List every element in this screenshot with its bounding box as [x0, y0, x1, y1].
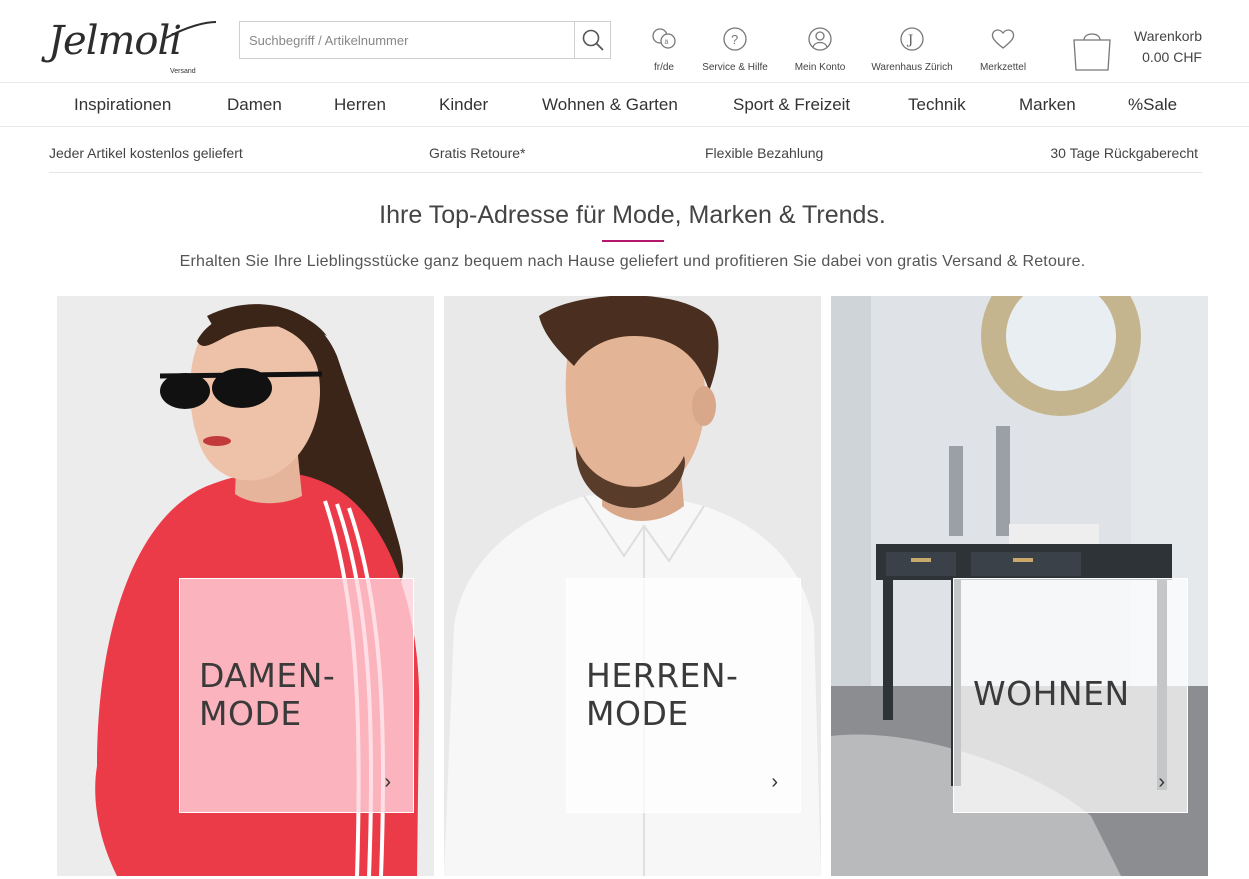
language-label: fr/de — [653, 62, 674, 73]
page-title: Ihre Top-Adresse für Mode, Marken & Tren… — [379, 201, 886, 229]
wishlist-label: Merkzettel — [979, 62, 1027, 73]
account-link[interactable]: Mein Konto — [790, 24, 850, 73]
logo-swoosh — [165, 21, 217, 39]
nav-item-wohnen-garten[interactable]: Wohnen & Garten — [542, 95, 678, 115]
store-icon: J — [900, 27, 924, 51]
account-label: Mein Konto — [794, 62, 846, 73]
language-switch[interactable]: ä fr/de — [646, 24, 682, 73]
chevron-right-icon: › — [771, 771, 778, 793]
heart-icon — [991, 29, 1015, 49]
tile-label-wohnen: WOHNEN — [973, 674, 1130, 713]
shopping-bag-icon — [1073, 33, 1111, 71]
site-header: Jelmoli Versand ä fr/de ? — [0, 0, 1249, 83]
usp-free-delivery: Jeder Artikel kostenlos geliefert — [49, 145, 243, 161]
usp-flexible-payment: Flexible Bezahlung — [705, 145, 824, 161]
cart-label: Warenkorb — [1134, 28, 1202, 44]
svg-text:ä: ä — [665, 39, 669, 46]
wishlist-link[interactable]: Merkzettel — [978, 24, 1028, 73]
nav-item-sport-freizeit[interactable]: Sport & Freizeit — [733, 95, 850, 115]
svg-text:?: ? — [731, 32, 738, 47]
search-box — [239, 21, 611, 59]
nav-item-kinder[interactable]: Kinder — [439, 95, 488, 115]
tile-label-damen: DAMEN- MODE — [199, 656, 336, 733]
cart-total: 0.00 CHF — [1142, 49, 1202, 65]
category-tile-herren[interactable]: HERREN- MODE › — [444, 296, 821, 876]
service-help-label: Service & Hilfe — [702, 62, 768, 73]
usp-return-right: 30 Tage Rückgaberecht — [1050, 145, 1198, 161]
usp-free-returns: Gratis Retoure* — [429, 145, 526, 161]
nav-item-herren[interactable]: Herren — [334, 95, 386, 115]
store-link[interactable]: J Warenhaus Zürich — [868, 24, 956, 73]
nav-item-inspirationen[interactable]: Inspirationen — [74, 95, 171, 115]
chevron-right-icon: › — [1158, 771, 1165, 793]
chevron-right-icon: › — [384, 771, 391, 793]
tile-label-herren: HERREN- MODE — [586, 656, 739, 733]
main-navigation: Inspirationen Damen Herren Kinder Wohnen… — [0, 83, 1249, 127]
jelmoli-logo[interactable]: Jelmoli Versand — [48, 18, 218, 78]
search-input[interactable] — [240, 22, 574, 58]
user-icon — [808, 27, 832, 51]
nav-item-technik[interactable]: Technik — [908, 95, 966, 115]
tile-label-box: WOHNEN › — [953, 578, 1188, 813]
category-tile-wohnen[interactable]: WOHNEN › — [831, 296, 1208, 876]
nav-item-sale[interactable]: %Sale — [1128, 95, 1177, 115]
tile-label-box: DAMEN- MODE › — [179, 578, 414, 813]
search-button[interactable] — [574, 22, 610, 58]
page-subtitle: Erhalten Sie Ihre Lieblingsstücke ganz b… — [179, 253, 1086, 270]
cart-link[interactable]: Warenkorb 0.00 CHF — [1071, 26, 1206, 74]
category-tile-damen[interactable]: DAMEN- MODE › — [57, 296, 434, 876]
service-help-link[interactable]: ? Service & Hilfe — [697, 24, 773, 73]
usp-bar: Jeder Artikel kostenlos geliefert Gratis… — [49, 127, 1202, 173]
search-icon — [582, 29, 604, 51]
tile-label-box: HERREN- MODE › — [566, 578, 801, 813]
store-label: Warenhaus Zürich — [871, 62, 953, 73]
logo-subtext: Versand — [170, 68, 196, 75]
language-icon: ä — [652, 28, 676, 49]
nav-item-marken[interactable]: Marken — [1019, 95, 1076, 115]
nav-item-damen[interactable]: Damen — [227, 95, 282, 115]
title-underline — [602, 240, 664, 242]
help-icon: ? — [723, 27, 747, 51]
svg-text:J: J — [906, 33, 913, 48]
